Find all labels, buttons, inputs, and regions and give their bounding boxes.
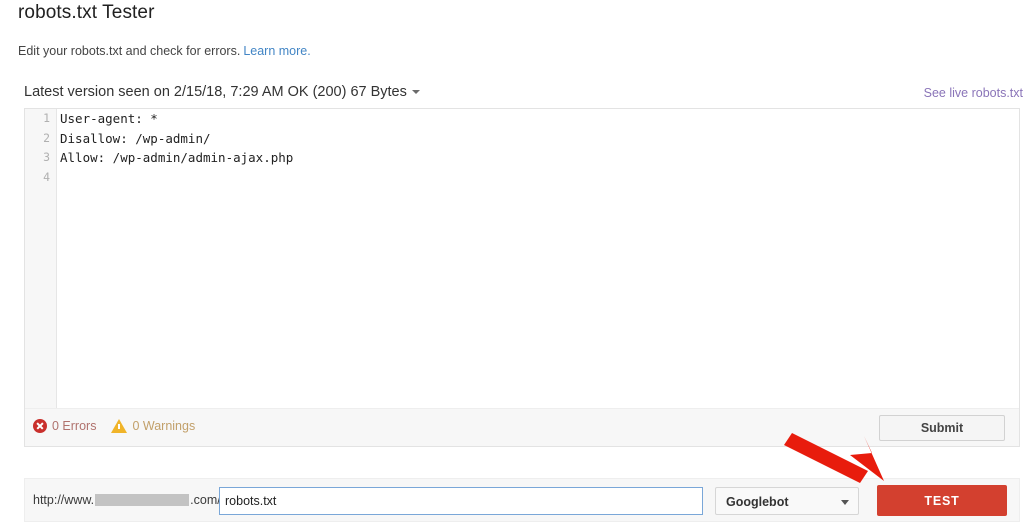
line-number: 3 bbox=[43, 150, 50, 164]
robots-editor-card: 1 2 3 4 User-agent: * Disallow: /wp-admi… bbox=[24, 108, 1020, 447]
chevron-down-icon bbox=[411, 89, 420, 94]
version-dropdown[interactable]: Latest version seen on 2/15/18, 7:29 AM … bbox=[24, 84, 420, 100]
error-circle-x-icon bbox=[33, 419, 47, 433]
url-scheme-label: http://www. bbox=[33, 493, 95, 507]
line-number: 1 bbox=[43, 111, 50, 125]
code-line: Disallow: /wp-admin/ bbox=[60, 130, 211, 146]
subtitle-text: Edit your robots.txt and check for error… bbox=[18, 44, 241, 58]
url-path-input[interactable] bbox=[219, 487, 703, 515]
page-title: robots.txt Tester bbox=[18, 2, 155, 23]
url-prefix: http://www. .com/ bbox=[33, 493, 221, 507]
learn-more-link[interactable]: Learn more. bbox=[243, 44, 310, 58]
subtitle-row: Edit your robots.txt and check for error… bbox=[18, 44, 311, 58]
url-tld-path-label: .com/ bbox=[190, 493, 221, 507]
code-line: Allow: /wp-admin/admin-ajax.php bbox=[60, 150, 294, 165]
user-agent-select[interactable]: Googlebot bbox=[715, 487, 859, 515]
line-number: 4 bbox=[43, 169, 50, 184]
warning-triangle-icon bbox=[111, 419, 128, 433]
editor-status-bar: 0 Errors 0 Warnings Submit bbox=[25, 408, 1019, 446]
test-button[interactable]: TEST bbox=[877, 485, 1007, 516]
submit-button[interactable]: Submit bbox=[879, 415, 1005, 441]
user-agent-select-label: Googlebot bbox=[726, 495, 789, 509]
errors-count-label: 0 Errors bbox=[52, 419, 97, 433]
redacted-domain-block bbox=[95, 494, 190, 506]
version-label: Latest version seen on 2/15/18, 7:29 AM … bbox=[24, 84, 407, 100]
status-counts: 0 Errors 0 Warnings bbox=[33, 419, 195, 433]
code-line: User-agent: * bbox=[60, 111, 158, 126]
test-url-bar: http://www. .com/ Googlebot TEST bbox=[24, 478, 1020, 522]
line-number-gutter: 1 2 3 4 bbox=[25, 109, 57, 409]
chevron-down-icon bbox=[841, 500, 849, 505]
code-editor-area[interactable]: User-agent: * Disallow: /wp-admin/ Allow… bbox=[58, 109, 1019, 409]
see-live-robots-link[interactable]: See live robots.txt bbox=[924, 86, 1023, 100]
line-number: 2 bbox=[43, 130, 50, 145]
warnings-count-label: 0 Warnings bbox=[132, 419, 196, 433]
